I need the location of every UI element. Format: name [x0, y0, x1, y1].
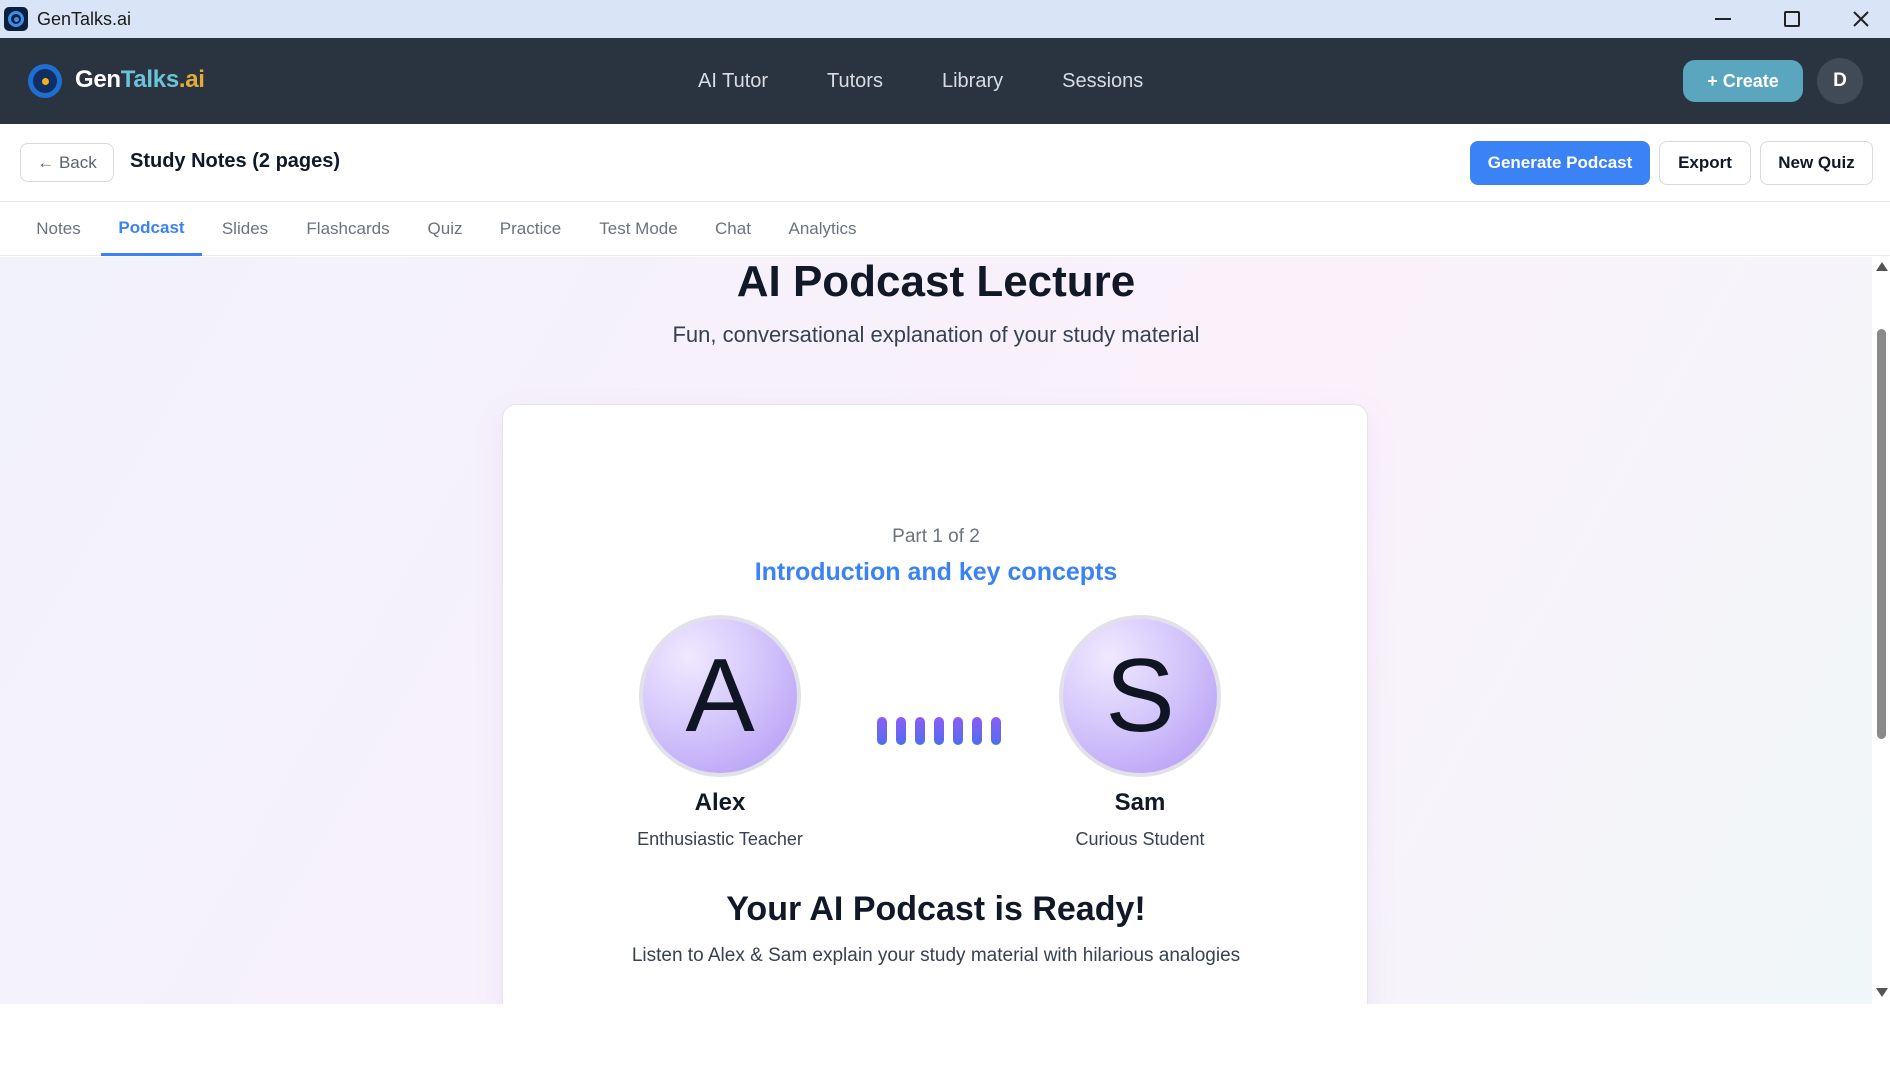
nav-link-tutors[interactable]: Tutors: [827, 70, 883, 93]
page-subtitle: Fun, conversational explanation of your …: [672, 322, 1200, 347]
tab-chat[interactable]: Chat: [698, 202, 768, 256]
scroll-up-arrow-icon[interactable]: [1876, 262, 1888, 271]
wave-bar: [915, 717, 925, 745]
maximize-button[interactable]: [1757, 0, 1826, 38]
study-header: ← Back Study Notes (2 pages) Generate Po…: [0, 124, 1890, 202]
wave-bar: [896, 717, 906, 745]
speaker-name: Sam: [1114, 789, 1166, 816]
brand-logo-icon[interactable]: [28, 64, 62, 98]
audio-wave-icon: [877, 717, 1010, 745]
study-tabs: Notes Podcast Slides Flashcards Quiz Pra…: [0, 202, 1890, 256]
main-nav: AI Tutor Tutors Library Sessions: [698, 38, 1202, 124]
tab-analytics[interactable]: Analytics: [772, 202, 873, 256]
window-title: GenTalks.ai: [37, 8, 132, 29]
scroll-thumb[interactable]: [1877, 329, 1886, 739]
tab-podcast[interactable]: Podcast: [101, 202, 202, 256]
close-icon: [1852, 11, 1869, 27]
content-scrollbar[interactable]: [1872, 257, 1890, 1004]
speaker-sam: S Sam Curious Student: [1030, 615, 1250, 850]
speaker-alex: A Alex Enthusiastic Teacher: [610, 615, 830, 850]
back-button[interactable]: ← Back: [20, 143, 114, 182]
tab-practice[interactable]: Practice: [482, 202, 579, 256]
wave-bar: [972, 717, 982, 745]
new-quiz-button[interactable]: New Quiz: [1760, 141, 1873, 185]
nav-link-library[interactable]: Library: [942, 70, 1003, 93]
tab-quiz[interactable]: Quiz: [412, 202, 478, 256]
window-titlebar: GenTalks.ai: [0, 0, 1890, 38]
gentalks-logo-icon: [4, 7, 28, 31]
wave-bar: [934, 717, 944, 745]
part-label: Part 1 of 2: [892, 526, 980, 547]
speaker-role: Enthusiastic Teacher: [637, 829, 803, 849]
study-title: Study Notes (2 pages): [130, 150, 341, 172]
create-button[interactable]: + Create: [1683, 60, 1803, 102]
blank-footer-area: [0, 1004, 1890, 1069]
close-window-button[interactable]: [1826, 0, 1890, 38]
speaker-role: Curious Student: [1075, 829, 1205, 849]
page-title: AI Podcast Lecture: [736, 257, 1136, 306]
nav-link-sessions[interactable]: Sessions: [1062, 70, 1143, 93]
generate-podcast-button[interactable]: Generate Podcast: [1470, 141, 1650, 185]
speaker-avatar-sam: S: [1059, 615, 1221, 777]
tab-flashcards[interactable]: Flashcards: [288, 202, 408, 256]
maximize-icon: [1783, 11, 1800, 27]
tab-notes[interactable]: Notes: [20, 202, 97, 256]
minimize-icon: [1714, 18, 1731, 20]
ready-title: Your AI Podcast is Ready!: [726, 890, 1146, 928]
nav-link-ai-tutor[interactable]: AI Tutor: [698, 70, 768, 93]
brand-name[interactable]: GenTalks.ai: [75, 66, 205, 94]
wave-bar: [877, 717, 887, 745]
podcast-card: Part 1 of 2 Introduction and key concept…: [502, 404, 1368, 1004]
scroll-down-arrow-icon[interactable]: [1876, 988, 1888, 997]
speaker-name: Alex: [694, 789, 746, 816]
tab-test-mode[interactable]: Test Mode: [583, 202, 694, 256]
wave-bar: [953, 717, 963, 745]
ready-subtitle: Listen to Alex & Sam explain your study …: [631, 945, 1241, 966]
user-avatar[interactable]: D: [1817, 58, 1863, 104]
part-title: Introduction and key concepts: [754, 558, 1118, 586]
app-navbar: GenTalks.ai AI Tutor Tutors Library Sess…: [0, 38, 1890, 124]
speaker-avatar-alex: A: [639, 615, 801, 777]
export-button[interactable]: Export: [1659, 141, 1751, 185]
minimize-button[interactable]: [1688, 0, 1757, 38]
podcast-content: AI Podcast Lecture Fun, conversational e…: [0, 257, 1872, 1004]
tab-slides[interactable]: Slides: [206, 202, 284, 256]
wave-bar: [991, 717, 1001, 745]
